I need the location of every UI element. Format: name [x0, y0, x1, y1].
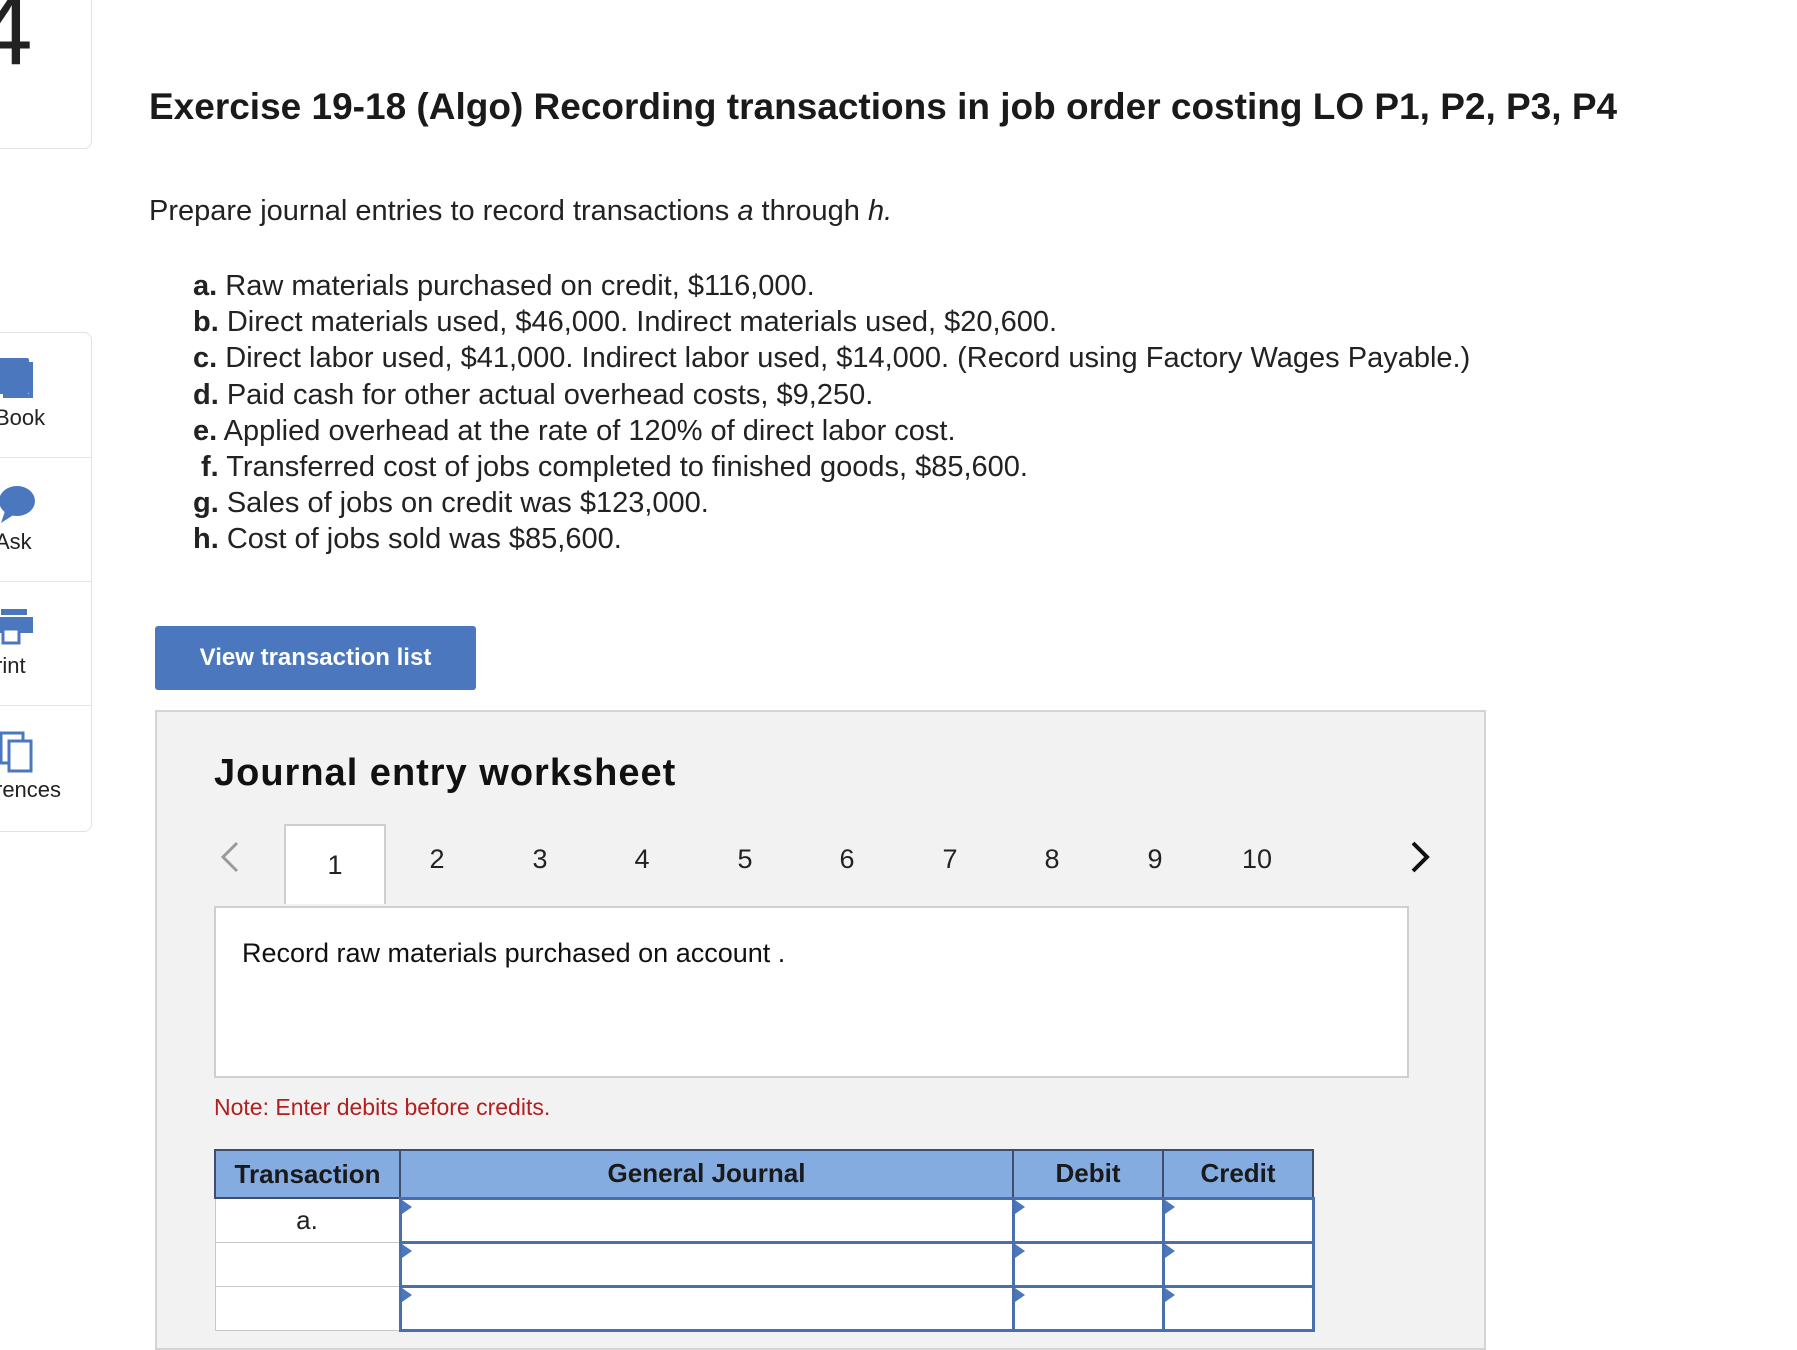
account-select[interactable] [398, 1284, 1015, 1332]
sidebar-item-book[interactable]: Book [0, 333, 91, 458]
chat-bubble-icon [0, 486, 35, 523]
tab-1[interactable]: 1 [284, 824, 386, 904]
exercise-title: Exercise 19-18 (Algo) Recording transact… [149, 86, 1618, 127]
entry-description-box: Record raw materials purchased on accoun… [214, 906, 1409, 1078]
transaction-item: c. Direct labor used, $41,000. Indirect … [193, 342, 1471, 375]
transaction-item: a. Raw materials purchased on credit, $1… [193, 270, 815, 302]
question-number: 4 [0, 0, 33, 86]
column-header-debit: Debit [1012, 1149, 1164, 1199]
sidebar-item-label: Book [0, 405, 46, 430]
table-row [214, 1284, 1315, 1332]
sidebar-item-print[interactable]: rint [0, 581, 91, 706]
sidebar-item-label: rint [0, 653, 26, 678]
references-icon [0, 731, 33, 773]
tab-10[interactable]: 10 [1206, 824, 1308, 894]
column-header-transaction: Transaction [214, 1149, 401, 1199]
side-toolbar: Book Ask rint rences [0, 332, 92, 832]
transaction-cell [214, 1241, 401, 1287]
printer-icon [0, 609, 33, 645]
sidebar-item-label: rences [0, 777, 62, 802]
entry-note: Note: Enter debits before credits. [214, 1094, 551, 1120]
debit-input[interactable] [1011, 1196, 1165, 1244]
debit-input[interactable] [1011, 1284, 1165, 1332]
column-header-credit: Credit [1162, 1149, 1314, 1199]
question-number-panel: 4 [0, 0, 92, 149]
transaction-item: d. Paid cash for other actual overhead c… [193, 378, 874, 411]
transaction-cell: a. [214, 1197, 401, 1243]
account-select[interactable] [398, 1196, 1015, 1244]
tab-2[interactable]: 2 [386, 824, 488, 894]
table-row: a. [214, 1196, 1315, 1244]
credit-input[interactable] [1161, 1240, 1315, 1288]
sidebar-item-label: Ask [0, 529, 32, 554]
table-row [214, 1240, 1315, 1288]
journal-entry-worksheet: Journal entry worksheet 1 2 3 4 5 6 7 8 … [155, 710, 1486, 1350]
entry-description: Record raw materials purchased on accoun… [242, 938, 786, 968]
tab-7[interactable]: 7 [899, 824, 1001, 894]
transaction-item: e. Applied overhead at the rate of 120% … [193, 414, 956, 447]
table-header-row: Transaction General Journal Debit Credit [214, 1149, 1314, 1199]
exercise-intro: Prepare journal entries to record transa… [149, 195, 893, 227]
column-header-general-journal: General Journal [399, 1149, 1014, 1199]
transaction-item: h. Cost of jobs sold was $85,600. [193, 523, 622, 556]
transaction-list: a. Raw materials purchased on credit, $1… [193, 268, 1470, 558]
chevron-left-icon[interactable] [215, 837, 245, 877]
tab-3[interactable]: 3 [489, 824, 591, 894]
tab-6[interactable]: 6 [796, 824, 898, 894]
general-journal-table: Transaction General Journal Debit Credit… [214, 1149, 1315, 1332]
transaction-cell [214, 1285, 401, 1331]
credit-input[interactable] [1161, 1196, 1315, 1244]
worksheet-title: Journal entry worksheet [214, 752, 677, 794]
sidebar-item-ask[interactable]: Ask [0, 457, 91, 582]
tab-9[interactable]: 9 [1104, 824, 1206, 894]
transaction-item: b. Direct materials used, $46,000. Indir… [193, 306, 1058, 339]
account-select[interactable] [398, 1240, 1015, 1288]
book-icon [0, 358, 33, 398]
transaction-item: f. Transferred cost of jobs completed to… [201, 451, 1028, 484]
credit-input[interactable] [1161, 1284, 1315, 1332]
tab-5[interactable]: 5 [694, 824, 796, 894]
view-transaction-list-button[interactable]: View transaction list [155, 626, 476, 690]
tab-4[interactable]: 4 [591, 824, 693, 894]
tab-8[interactable]: 8 [1001, 824, 1103, 894]
debit-input[interactable] [1011, 1240, 1165, 1288]
chevron-right-icon[interactable] [1405, 837, 1435, 877]
transaction-item: g. Sales of jobs on credit was $123,000. [193, 487, 709, 520]
sidebar-item-references[interactable]: rences [0, 705, 91, 829]
